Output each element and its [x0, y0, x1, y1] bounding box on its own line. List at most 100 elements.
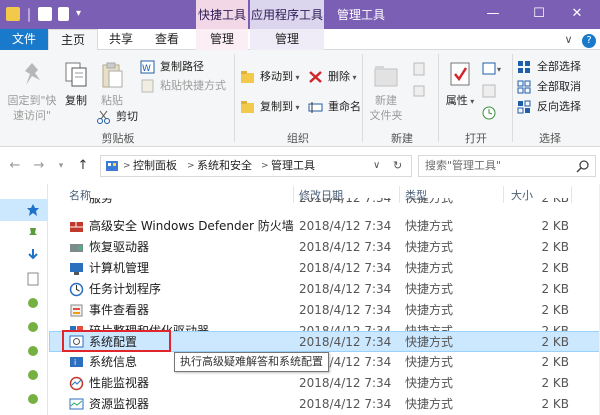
- delete-x-icon: [309, 71, 322, 83]
- invert-selection-icon: [517, 100, 531, 114]
- properties-quick-icon[interactable]: [38, 7, 52, 21]
- delete-button[interactable]: 删除 ▾: [308, 68, 357, 86]
- separator: [438, 54, 439, 142]
- copy-icon: [65, 62, 87, 87]
- pin-to-quick-access-button[interactable]: 固定到"快 速访问": [4, 60, 60, 123]
- breadcrumb-system-security[interactable]: 系统和安全: [197, 156, 252, 176]
- recent-locations-icon[interactable]: ▾: [52, 157, 70, 175]
- chevron-right-icon: >: [123, 161, 131, 171]
- documents-icon[interactable]: [26, 272, 40, 286]
- table-row[interactable]: 恢复驱动器 2018/4/12 7:34 快捷方式 2 KB: [49, 237, 600, 258]
- computer-management-icon: [70, 263, 83, 275]
- breadcrumb-admin-tools[interactable]: 管理工具: [271, 156, 315, 176]
- system-information-icon: i: [70, 357, 83, 367]
- tab-file[interactable]: 文件: [0, 29, 48, 50]
- address-bar[interactable]: > 控制面板 > 系统和安全 > 管理工具 ∨ ↻: [100, 155, 412, 177]
- scissors-icon: [97, 110, 110, 124]
- new-folder-quick-icon[interactable]: [58, 7, 69, 21]
- chevron-right-icon[interactable]: >: [261, 156, 269, 176]
- table-row[interactable]: 计算机管理 2018/4/12 7:34 快捷方式 2 KB: [49, 258, 600, 279]
- window-title: 管理工具: [337, 8, 386, 22]
- tab-home[interactable]: 主页: [48, 29, 98, 51]
- copy-path-icon: W: [140, 60, 155, 74]
- firewall-icon: [70, 222, 83, 232]
- svg-text:▾: ▾: [497, 65, 501, 74]
- ribbon-tabs: 文件 主页 共享 查看 管理 管理 ∨ ?: [0, 29, 600, 51]
- move-to-button[interactable]: 移动到 ▾: [240, 68, 300, 86]
- quick-access-star-icon[interactable]: [26, 203, 40, 217]
- copy-to-icon: [241, 101, 254, 113]
- ribbon: 固定到"快 速访问" 复制 粘贴 W 复制路径 粘贴快捷方式 剪切 剪贴板 移动…: [0, 50, 600, 147]
- pin-icon: [25, 63, 40, 85]
- paste-button[interactable]: 粘贴: [95, 60, 129, 108]
- pin-icon[interactable]: [26, 392, 40, 406]
- tab-share[interactable]: 共享: [100, 29, 142, 50]
- new-folder-button[interactable]: 新建 文件夹: [366, 60, 406, 123]
- table-row[interactable]: 性能监视器 2018/4/12 7:34 快捷方式 2 KB: [49, 373, 600, 394]
- search-icon: [576, 160, 589, 173]
- pin-icon[interactable]: [26, 368, 40, 382]
- downloads-icon[interactable]: [26, 248, 40, 262]
- properties-icon: [450, 62, 470, 86]
- select-all-button[interactable]: 全部选择: [517, 58, 581, 76]
- rename-icon: [308, 102, 323, 113]
- group-label-select: 选择: [539, 132, 561, 145]
- new-item-icon[interactable]: [412, 62, 426, 76]
- sort-ascending-icon: ^: [177, 184, 185, 191]
- separator: [362, 54, 363, 142]
- tab-manage-shortcut[interactable]: 管理: [196, 29, 248, 50]
- group-label-organize: 组织: [287, 132, 309, 145]
- event-viewer-icon: [70, 304, 83, 317]
- select-none-button[interactable]: 全部取消: [517, 78, 581, 96]
- history-icon[interactable]: [482, 106, 496, 120]
- edit-icon[interactable]: [482, 84, 496, 98]
- quick-access-dropdown-icon[interactable]: ▾: [76, 8, 81, 24]
- minimize-button[interactable]: —: [470, 0, 516, 29]
- refresh-icon[interactable]: ↻: [393, 156, 402, 176]
- nav-selected-item[interactable]: [0, 199, 48, 221]
- tab-view[interactable]: 查看: [145, 29, 189, 50]
- open-icon[interactable]: ▾: [482, 62, 504, 76]
- group-label-new: 新建: [391, 132, 413, 145]
- separator: [234, 54, 235, 142]
- svg-text:i: i: [74, 358, 76, 367]
- paste-shortcut-button[interactable]: 粘贴快捷方式: [140, 77, 226, 95]
- close-button[interactable]: ✕: [554, 0, 600, 29]
- resource-monitor-icon: [69, 398, 84, 410]
- cut-button[interactable]: 剪切: [96, 108, 138, 126]
- separator: [28, 8, 30, 22]
- pin-icon[interactable]: [26, 296, 40, 310]
- group-label-clipboard: 剪贴板: [101, 132, 135, 145]
- table-row[interactable]: 任务计划程序 2018/4/12 7:34 快捷方式 2 KB: [49, 279, 600, 300]
- copy-button[interactable]: 复制: [60, 60, 92, 108]
- easy-access-icon[interactable]: [412, 84, 426, 98]
- chevron-down-icon[interactable]: ∨: [373, 156, 380, 176]
- pin-icon[interactable]: [26, 320, 40, 334]
- back-icon[interactable]: ←: [6, 157, 24, 175]
- invert-selection-button[interactable]: 反向选择: [517, 98, 581, 116]
- forward-icon[interactable]: →: [30, 157, 48, 175]
- search-input[interactable]: 搜索"管理工具": [418, 155, 596, 177]
- properties-button[interactable]: 属性 ▾: [444, 60, 476, 109]
- up-icon[interactable]: ↑: [74, 157, 92, 175]
- move-to-icon: [241, 71, 254, 83]
- table-row[interactable]: 资源监视器 2018/4/12 7:34 快捷方式 2 KB: [49, 394, 600, 415]
- table-row[interactable]: 服务 2018/4/12 7:34 快捷方式 2 KB: [49, 198, 600, 212]
- tab-manage-application[interactable]: 管理: [250, 29, 324, 50]
- pin-icon[interactable]: [26, 226, 40, 240]
- table-row[interactable]: 高级安全 Windows Defender 防火墙 2018/4/12 7:34…: [49, 216, 600, 237]
- address-row: ← → ▾ ↑ > 控制面板 > 系统和安全 > 管理工具 ∨ ↻ 搜索"管理工…: [0, 148, 600, 184]
- chevron-right-icon[interactable]: >: [187, 156, 195, 176]
- table-row[interactable]: 事件查看器 2018/4/12 7:34 快捷方式 2 KB: [49, 300, 600, 321]
- help-icon[interactable]: ?: [582, 34, 596, 48]
- collapse-ribbon-icon[interactable]: ∨: [564, 33, 572, 46]
- copy-to-button[interactable]: 复制到 ▾: [240, 98, 300, 116]
- paste-icon: [102, 62, 123, 88]
- select-none-icon: [517, 80, 531, 94]
- rename-button[interactable]: 重命名: [308, 98, 361, 116]
- task-scheduler-icon: [69, 282, 84, 297]
- pin-icon[interactable]: [26, 344, 40, 358]
- title-bar: ▾ 快捷工具 应用程序工具 管理工具 — ☐ ✕: [0, 0, 600, 29]
- breadcrumb-control-panel[interactable]: 控制面板: [133, 156, 177, 176]
- copy-path-button[interactable]: W 复制路径: [140, 58, 204, 76]
